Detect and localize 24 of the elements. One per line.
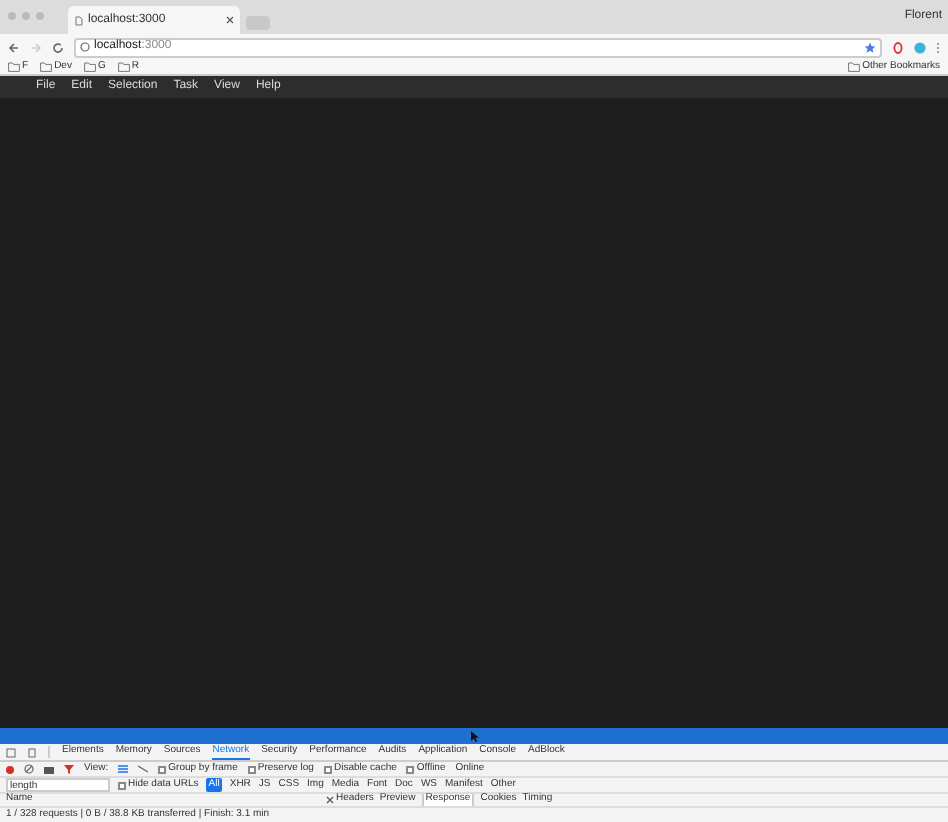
back-icon[interactable] <box>8 41 20 53</box>
waterfall-icon[interactable] <box>138 764 149 774</box>
checkbox[interactable] <box>118 781 126 789</box>
inspect-icon[interactable] <box>6 747 16 757</box>
camera-icon[interactable] <box>44 765 54 773</box>
checkbox[interactable] <box>406 765 415 773</box>
list-view-icon[interactable] <box>118 764 129 774</box>
folder-icon <box>117 62 130 72</box>
folder-icon <box>40 62 53 72</box>
reload-icon[interactable] <box>52 41 64 53</box>
folder-icon <box>83 62 96 72</box>
close-icon[interactable] <box>226 16 234 24</box>
star-icon[interactable] <box>864 41 876 53</box>
device-icon[interactable] <box>28 747 36 757</box>
checkbox[interactable] <box>323 765 332 773</box>
clear-icon[interactable] <box>24 764 34 774</box>
folder-icon <box>848 62 861 72</box>
record-icon[interactable] <box>6 765 14 773</box>
page-icon <box>74 15 84 25</box>
checkbox[interactable] <box>247 765 256 773</box>
checkbox[interactable] <box>158 765 167 773</box>
folder-icon <box>8 62 20 72</box>
cursor-icon <box>469 730 479 742</box>
info-icon <box>80 42 90 52</box>
